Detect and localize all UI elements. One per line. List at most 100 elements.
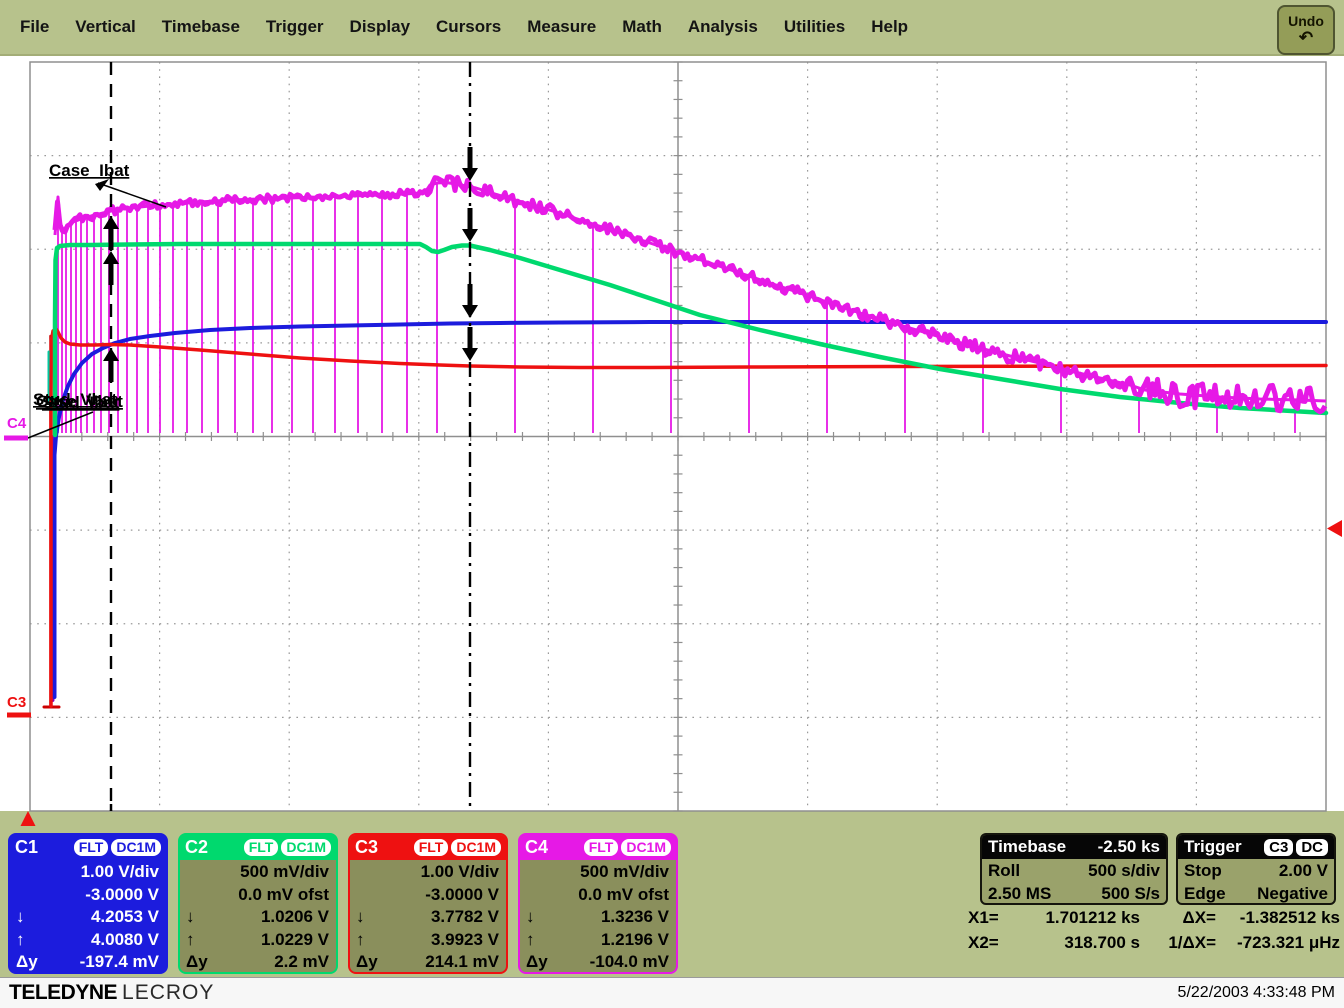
channel-c3-header: C3 FLT DC1M — [350, 835, 506, 860]
channel-c1-scale: 1.00 V/div — [16, 861, 159, 884]
channel-c4-dy-value: -104.0 mV — [590, 952, 669, 972]
footer-bar: TELEDYNELECROY 5/22/2003 4:33:48 PM — [0, 977, 1344, 1008]
channel-c4-coupling-badge: DC1M — [621, 839, 671, 856]
menu-item-analysis[interactable]: Analysis — [688, 17, 758, 37]
channel-c3-offset: -3.0000 V — [356, 884, 499, 907]
channel-c2-coupling-badge: DC1M — [281, 839, 331, 856]
delta-y-icon: Δy — [16, 952, 38, 972]
channel-c3-name: C3 — [355, 837, 378, 858]
channel-c3-flt-badge: FLT — [414, 839, 449, 856]
channel-c3-coupling-badge: DC1M — [451, 839, 501, 856]
cursor-max-icon: ↑ — [186, 930, 195, 950]
channel-c2-flt-badge: FLT — [244, 839, 279, 856]
channel-c4-flt-badge: FLT — [584, 839, 619, 856]
channel-c2-offset: 0.0 mV ofst — [186, 884, 329, 907]
channel-c2-dy-value: 2.2 mV — [274, 952, 329, 972]
undo-label: Undo — [1288, 14, 1324, 28]
channel-c1-x2-value: 4.0080 V — [91, 930, 159, 950]
channel-c2-name: C2 — [185, 837, 208, 858]
channel-c4-x2-value: 1.2196 V — [601, 930, 669, 950]
oscilloscope-screen: Case_IbatStud_VbatCase_VbatStud_IbatC4C3… — [0, 0, 1344, 1008]
cursor-max-icon: ↑ — [16, 930, 25, 950]
x1-value: 1.701212 ks — [1020, 908, 1140, 928]
channel-c4-x1-value: 1.3236 V — [601, 907, 669, 927]
channel-c3-descriptor[interactable]: C3 FLT DC1M 1.00 V/div -3.0000 V ↓ 3.7782… — [348, 833, 508, 974]
undo-button[interactable]: Undo ↶ — [1277, 5, 1335, 55]
channel-c3-x1-value: 3.7782 V — [431, 907, 499, 927]
channel-c2-x1-value: 1.0206 V — [261, 907, 329, 927]
invdx-value: -723.321 μHz — [1216, 933, 1340, 953]
brand-teledyne: TELEDYNE — [9, 981, 117, 1004]
channel-c4-descriptor[interactable]: C4 FLT DC1M 500 mV/div 0.0 mV ofst ↓1.32… — [518, 833, 678, 974]
menu-item-vertical[interactable]: Vertical — [75, 17, 136, 37]
channel-c2-descriptor[interactable]: C2 FLT DC1M 500 mV/div 0.0 mV ofst ↓ 1.02… — [178, 833, 338, 974]
channel-c1-name: C1 — [15, 837, 38, 858]
menu-item-help[interactable]: Help — [871, 17, 908, 37]
channel-c1-offset: -3.0000 V — [16, 884, 159, 907]
cursor-min-icon: ↓ — [526, 907, 535, 927]
cursor-readout: X1= 1.701212 ks ΔX= -1.382512 ks X2= 318… — [968, 908, 1340, 953]
waveform-label: Case_Ibat — [49, 161, 130, 180]
channel-c4-name: C4 — [525, 837, 548, 858]
channel-c1-coupling-badge: DC1M — [111, 839, 161, 856]
timebase-delay: -2.50 ks — [1098, 837, 1160, 857]
timebase-memory: 2.50 MS — [988, 884, 1051, 904]
menu-item-file[interactable]: File — [20, 17, 49, 37]
trigger-descriptor[interactable]: Trigger C3 DC Stop 2.00 V Edge Negative — [1176, 833, 1336, 905]
channel-c1-header: C1 FLT DC1M — [10, 835, 166, 860]
trigger-type: Edge — [1184, 884, 1226, 904]
channel-c1-descriptor[interactable]: C1 FLT DC1M 1.00 V/div -3.0000 V ↓ 4.2053… — [8, 833, 168, 974]
channel-c3-scale: 1.00 V/div — [356, 861, 499, 884]
menu-item-cursors[interactable]: Cursors — [436, 17, 501, 37]
channel-c4-scale: 500 mV/div — [526, 861, 669, 884]
trigger-title: Trigger — [1184, 837, 1242, 857]
x1-label: X1= — [968, 908, 1020, 928]
menu-item-display[interactable]: Display — [350, 17, 410, 37]
cursor-min-icon: ↓ — [356, 907, 365, 927]
trigger-level: 2.00 V — [1279, 861, 1328, 881]
channel-c2-scale: 500 mV/div — [186, 861, 329, 884]
delta-y-icon: Δy — [526, 952, 548, 972]
x2-value: 318.700 s — [1020, 933, 1140, 953]
trigger-marker — [21, 811, 36, 826]
cursor-min-icon: ↓ — [16, 907, 25, 927]
dx-label: ΔX= — [1140, 908, 1216, 928]
undo-arrow-icon: ↶ — [1299, 29, 1313, 46]
trigger-source-badge: C3 — [1264, 839, 1293, 856]
status-panel: C1 FLT DC1M 1.00 V/div -3.0000 V ↓ 4.2053… — [0, 831, 1344, 977]
waveform-label: Stud_Ibat — [42, 393, 120, 412]
menu-item-trigger[interactable]: Trigger — [266, 17, 324, 37]
timebase-descriptor[interactable]: Timebase -2.50 ks Roll 500 s/div 2.50 MS… — [980, 833, 1168, 905]
channel-c2-header: C2 FLT DC1M — [180, 835, 336, 860]
channel-c1-flt-badge: FLT — [74, 839, 109, 856]
menu-item-timebase[interactable]: Timebase — [162, 17, 240, 37]
delta-y-icon: Δy — [356, 952, 378, 972]
trigger-coupling-badge: DC — [1296, 839, 1328, 856]
timebase-scale: 500 s/div — [1088, 861, 1160, 881]
x2-label: X2= — [968, 933, 1020, 953]
timestamp: 5/22/2003 4:33:48 PM — [1178, 984, 1335, 1002]
brand-lecroy: LECROY — [122, 981, 214, 1004]
delta-y-icon: Δy — [186, 952, 208, 972]
channel-c3-dy-value: 214.1 mV — [425, 952, 499, 972]
channel-c4-header: C4 FLT DC1M — [520, 835, 676, 860]
channel-c1-x1-value: 4.2053 V — [91, 907, 159, 927]
timebase-title: Timebase — [988, 837, 1066, 857]
menu-item-measure[interactable]: Measure — [527, 17, 596, 37]
waveform-label: C4 — [7, 415, 27, 432]
waveform-label: C3 — [7, 694, 26, 711]
menu-item-math[interactable]: Math — [622, 17, 662, 37]
trigger-state: Stop — [1184, 861, 1222, 881]
invdx-label: 1/ΔX= — [1140, 933, 1216, 953]
dx-value: -1.382512 ks — [1216, 908, 1340, 928]
menu-bar: File Vertical Timebase Trigger Display C… — [0, 0, 1344, 56]
timebase-mode: Roll — [988, 861, 1020, 881]
trigger-slope: Negative — [1257, 884, 1328, 904]
channel-c2-x2-value: 1.0229 V — [261, 930, 329, 950]
brand-logo: TELEDYNELECROY — [9, 981, 214, 1005]
cursor-max-icon: ↑ — [526, 930, 535, 950]
cursor-max-icon: ↑ — [356, 930, 365, 950]
menu-item-utilities[interactable]: Utilities — [784, 17, 845, 37]
channel-c3-x2-value: 3.9923 V — [431, 930, 499, 950]
cursor-min-icon: ↓ — [186, 907, 195, 927]
